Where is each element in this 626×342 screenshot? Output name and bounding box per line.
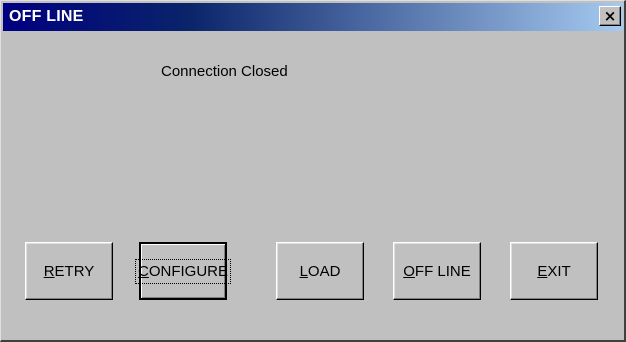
close-button[interactable]: × [599,6,621,26]
exit-button[interactable]: E XIT [510,242,598,300]
configure-button-label: C ONFIGURE [134,258,232,284]
title-bar[interactable]: OFF LINE × [3,3,623,31]
retry-button-label: R ETRY [43,262,95,280]
offline-button[interactable]: O FF LINE [393,242,481,300]
offline-button-label: O FF LINE [403,262,471,280]
configure-button[interactable]: C ONFIGURE [134,242,232,300]
status-message: Connection Closed [161,63,288,80]
load-button[interactable]: L OAD [276,242,364,300]
offline-dialog: OFF LINE × Connection Closed R ETRY C ONFI… [0,0,626,342]
retry-button[interactable]: R ETRY [25,242,113,300]
load-button-label: L OAD [299,262,341,280]
window-title: OFF LINE [9,8,84,25]
close-icon: × [603,6,617,25]
exit-button-label: E XIT [537,262,571,280]
